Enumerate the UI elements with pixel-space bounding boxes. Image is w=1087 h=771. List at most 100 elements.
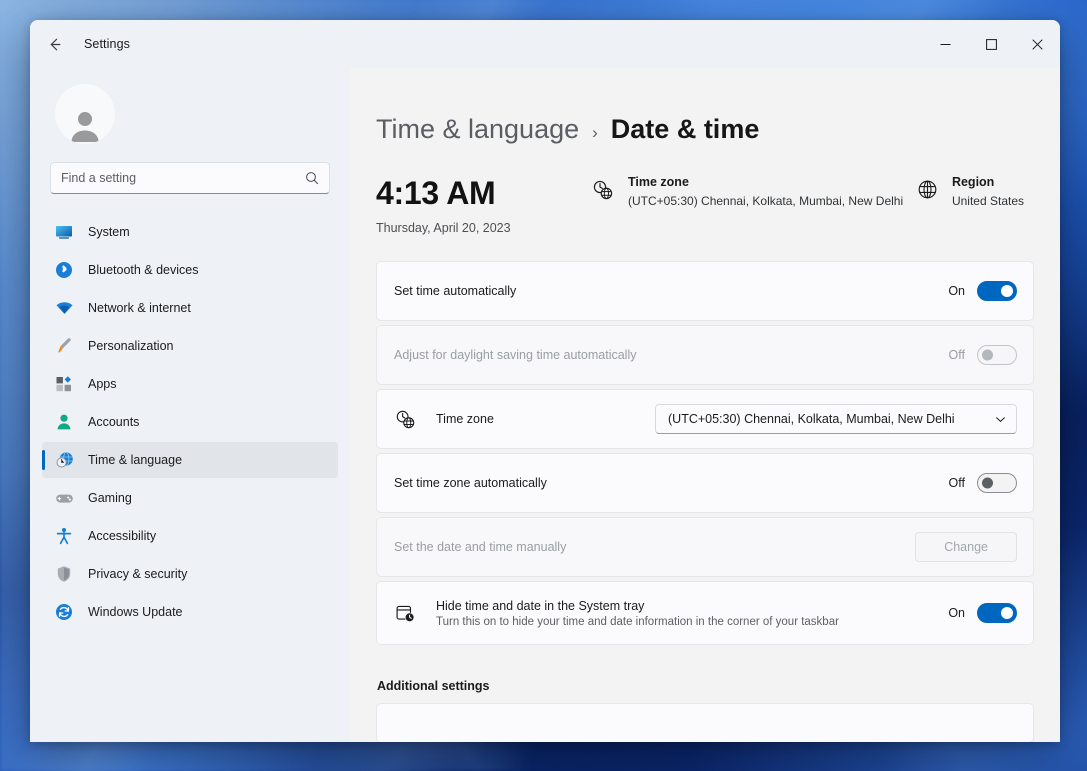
toggle-state-label: On: [948, 606, 965, 620]
region-summary-title: Region: [951, 175, 995, 189]
row-control: Off: [945, 345, 1017, 365]
sidebar-item-network-internet[interactable]: Network & internet: [42, 290, 338, 326]
wifi-icon: [54, 298, 74, 318]
search-icon[interactable]: [305, 171, 319, 185]
minimize-button[interactable]: [922, 20, 968, 68]
maximize-button[interactable]: [968, 20, 1014, 68]
row-text: Time zone: [436, 412, 655, 426]
current-time: 4:13 AM: [376, 175, 496, 211]
breadcrumb-separator: ›: [592, 123, 598, 142]
row-set-date-time-manually: Set the date and time manually Change: [376, 517, 1034, 577]
back-button[interactable]: [38, 28, 70, 60]
caption-buttons: [922, 20, 1060, 68]
sidebar-item-label: Personalization: [88, 339, 174, 353]
sidebar-item-privacy-security[interactable]: Privacy & security: [42, 556, 338, 592]
row-title: Hide time and date in the System tray: [436, 598, 645, 613]
adjust-daylight-saving-toggle: [977, 345, 1017, 365]
set-time-automatically-toggle[interactable]: [977, 281, 1017, 301]
search-box[interactable]: [50, 162, 330, 194]
sidebar-item-label: Bluetooth & devices: [88, 263, 199, 277]
clock-block: 4:13 AM Thursday, April 20, 2023: [376, 175, 592, 235]
sidebar-item-label: Windows Update: [88, 605, 183, 619]
additional-settings-card[interactable]: [376, 703, 1034, 742]
sidebar-item-label: Time & language: [88, 453, 183, 467]
sidebar-item-accessibility[interactable]: Accessibility: [42, 518, 338, 554]
row-set-time-zone-automatically[interactable]: Set time zone automatically Off: [376, 453, 1034, 513]
gamepad-icon: [54, 488, 74, 508]
sidebar-item-accounts[interactable]: Accounts: [42, 404, 338, 440]
bluetooth-icon: [54, 260, 74, 280]
row-control: (UTC+05:30) Chennai, Kolkata, Mumbai, Ne…: [655, 404, 1017, 434]
row-title: Set the date and time manually: [394, 540, 567, 554]
accounts-icon: [54, 412, 74, 432]
timezone-summary-value: (UTC+05:30) Chennai, Kolkata, Mumbai, Ne…: [628, 194, 904, 208]
update-icon: [54, 602, 74, 622]
change-button: Change: [915, 532, 1017, 562]
settings-list: Set time automatically On Adjust for day…: [376, 261, 1034, 742]
back-arrow-icon: [50, 38, 60, 50]
row-title: Time zone: [436, 412, 494, 426]
search-wrap: [42, 144, 338, 200]
row-set-time-automatically[interactable]: Set time automatically On: [376, 261, 1034, 321]
region-summary: Region United States: [917, 175, 1034, 208]
clock-globe-icon: [54, 450, 74, 470]
breadcrumb-parent[interactable]: Time & language: [376, 114, 579, 145]
globe-icon: [917, 179, 938, 205]
row-description: Turn this on to hide your time and date …: [436, 615, 839, 628]
row-hide-time-date[interactable]: Hide time and date in the System tray Tu…: [376, 581, 1034, 645]
row-control: On: [945, 603, 1017, 623]
toggle-state-label: Off: [948, 476, 965, 490]
row-title: Set time zone automatically: [394, 476, 547, 490]
avatar-block: [42, 68, 338, 144]
main-pane: Time & language › Date & time 4:13 AM Th…: [350, 68, 1060, 742]
row-control: Change: [915, 532, 1017, 562]
row-time-zone[interactable]: Time zone (UTC+05:30) Chennai, Kolkata, …: [376, 389, 1034, 449]
sidebar-item-time-language[interactable]: Time & language: [42, 442, 338, 478]
sidebar-item-label: Apps: [88, 377, 117, 391]
time-zone-selected-value: (UTC+05:30) Chennai, Kolkata, Mumbai, Ne…: [668, 412, 955, 426]
accessibility-icon: [54, 526, 74, 546]
set-time-zone-automatically-toggle[interactable]: [977, 473, 1017, 493]
timezone-summary: Time zone (UTC+05:30) Chennai, Kolkata, …: [592, 175, 903, 208]
close-button[interactable]: [1014, 20, 1060, 68]
sidebar-item-label: System: [88, 225, 130, 239]
breadcrumb: Time & language › Date & time: [376, 114, 1034, 145]
hide-time-date-toggle[interactable]: [977, 603, 1017, 623]
sidebar-item-system[interactable]: System: [42, 214, 338, 250]
window-content: System Bluetooth & devices: [30, 68, 1060, 742]
row-text: Set the date and time manually: [394, 540, 915, 554]
sidebar-item-apps[interactable]: Apps: [42, 366, 338, 402]
sidebar-nav: System Bluetooth & devices Network & int…: [42, 212, 338, 632]
sidebar-item-label: Network & internet: [88, 301, 191, 315]
toggle-state-label: Off: [948, 348, 965, 362]
toggle-state-label: On: [948, 284, 965, 298]
sidebar-item-gaming[interactable]: Gaming: [42, 480, 338, 516]
row-adjust-daylight-saving: Adjust for daylight saving time automati…: [376, 325, 1034, 385]
sidebar-item-bluetooth-devices[interactable]: Bluetooth & devices: [42, 252, 338, 288]
row-title: Set time automatically: [394, 284, 517, 298]
page-title: Date & time: [610, 114, 760, 144]
search-input[interactable]: [61, 171, 305, 185]
clock-globe-icon: [394, 409, 416, 430]
row-control: Off: [945, 473, 1017, 493]
sidebar-item-label: Privacy & security: [88, 567, 188, 581]
calendar-clock-icon: [394, 603, 416, 624]
sidebar-item-windows-update[interactable]: Windows Update: [42, 594, 338, 630]
sidebar-item-label: Accessibility: [88, 529, 157, 543]
additional-settings-heading: Additional settings: [377, 679, 490, 693]
avatar[interactable]: [55, 84, 115, 144]
settings-window: Settings Find a setting System Bluetooth…: [30, 20, 1060, 742]
row-text: Set time zone automatically: [394, 476, 945, 490]
apps-icon: [54, 374, 74, 394]
user-avatar-icon: [71, 112, 99, 142]
row-control: On: [945, 281, 1017, 301]
current-date: Thursday, April 20, 2023: [376, 221, 511, 235]
time-zone-dropdown[interactable]: (UTC+05:30) Chennai, Kolkata, Mumbai, Ne…: [655, 404, 1017, 434]
row-text: Set time automatically: [394, 284, 945, 298]
paintbrush-icon: [54, 336, 74, 356]
sidebar-item-personalization[interactable]: Personalization: [42, 328, 338, 364]
sidebar: System Bluetooth & devices: [30, 68, 350, 742]
row-text: Hide time and date in the System tray Tu…: [436, 599, 945, 628]
close-icon: [1031, 38, 1043, 50]
row-text: Adjust for daylight saving time automati…: [394, 348, 945, 362]
